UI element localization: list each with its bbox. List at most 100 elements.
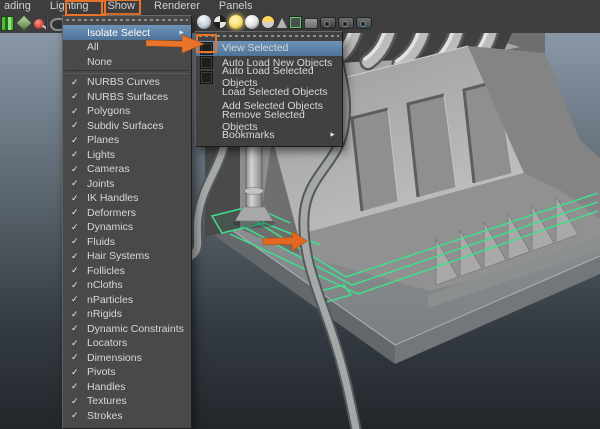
show-menu-item-hair-systems[interactable]: ✓ Hair Systems xyxy=(63,249,191,264)
show-menu-item-textures[interactable]: ✓ Textures xyxy=(63,394,191,409)
auto-load-new-objects-checkbox[interactable] xyxy=(200,56,213,70)
show-menu-item-polygons[interactable]: ✓ Polygons xyxy=(63,104,191,119)
menu-item-label: Joints xyxy=(87,177,115,190)
menu-item-label: Dynamics xyxy=(87,221,134,234)
film-camera-icon[interactable] xyxy=(320,17,336,29)
film-gate-icon[interactable] xyxy=(338,17,354,29)
menu-bar: ading Lighting Show Renderer Panels xyxy=(2,0,255,15)
submenu-item-label: Load Selected Objects xyxy=(222,85,328,98)
show-menu-item-fluids[interactable]: ✓ Fluids xyxy=(63,235,191,250)
check-icon: ✓ xyxy=(71,410,79,421)
display-layers-icon[interactable] xyxy=(1,15,14,31)
check-icon: ✓ xyxy=(71,337,79,348)
show-menu-item-planes[interactable]: ✓ Planes xyxy=(63,133,191,148)
menu-item-label: Strokes xyxy=(87,409,123,422)
isolate-submenu-item-bookmarks[interactable]: Bookmarks ► xyxy=(196,128,342,143)
annotation-box-show xyxy=(65,0,106,16)
check-icon: ✓ xyxy=(71,120,79,131)
annotation-arrow-menu xyxy=(146,34,205,54)
show-menu-item-joints[interactable]: ✓ Joints xyxy=(63,177,191,192)
show-menu-item-handles[interactable]: ✓ Handles xyxy=(63,380,191,395)
show-menu-item-nurbs-surfaces[interactable]: ✓ NURBS Surfaces xyxy=(63,90,191,105)
menu-item-label: Lights xyxy=(87,148,116,161)
show-menu-item-subdiv-surfaces[interactable]: ✓ Subdiv Surfaces xyxy=(63,119,191,134)
lit-sphere-icon[interactable] xyxy=(229,15,243,29)
isolate-submenu-item-view-selected[interactable]: View Selected xyxy=(196,41,342,56)
isolate-submenu-item-remove-selected-objects[interactable]: Remove Selected Objects xyxy=(196,109,342,133)
check-icon: ✓ xyxy=(71,308,79,319)
submenu-item-label: View Selected xyxy=(222,42,289,55)
show-menu-item-dimensions[interactable]: ✓ Dimensions xyxy=(63,351,191,366)
check-icon: ✓ xyxy=(71,149,79,160)
maya-panel: ading Lighting Show Renderer Panels Isolate … xyxy=(0,0,600,429)
menu-item-label: Deformers xyxy=(87,206,137,219)
menu-item-label: Cameras xyxy=(87,163,130,176)
show-menu-item-lights[interactable]: ✓ Lights xyxy=(63,148,191,163)
menubar-item-show[interactable]: Show xyxy=(101,0,141,15)
flat-sphere-icon[interactable] xyxy=(245,15,259,29)
auto-load-selected-objects-checkbox[interactable] xyxy=(200,70,213,84)
show-menu-item-dynamics[interactable]: ✓ Dynamics xyxy=(63,220,191,235)
check-icon: ✓ xyxy=(71,265,79,276)
menu-item-label: Textures xyxy=(87,395,127,408)
menu-item-label: IK Handles xyxy=(87,192,139,205)
check-icon: ✓ xyxy=(71,207,79,218)
show-menu-item-dynamic-constraints[interactable]: ✓ Dynamic Constraints xyxy=(63,322,191,337)
texture-frame-icon[interactable] xyxy=(289,16,302,29)
toolbar-left xyxy=(1,14,67,32)
show-menu-item-ik-handles[interactable]: ✓ IK Handles xyxy=(63,191,191,206)
check-icon: ✓ xyxy=(71,221,79,232)
check-icon: ✓ xyxy=(71,134,79,145)
show-menu-item-none[interactable]: None xyxy=(63,55,191,70)
menu-item-label: NURBS Curves xyxy=(87,76,160,89)
check-icon: ✓ xyxy=(71,279,79,290)
check-icon: ✓ xyxy=(71,91,79,102)
show-menu-item-nrigids[interactable]: ✓ nRigids xyxy=(63,307,191,322)
isolate-select-submenu: View Selected Auto Load New Objects Auto L… xyxy=(195,31,343,147)
shaded-sphere-icon[interactable] xyxy=(197,15,211,29)
xray-chip-icon[interactable] xyxy=(304,17,318,29)
isolate-submenu-item-auto-load-selected-objects[interactable]: Auto Load Selected Objects xyxy=(196,65,342,89)
menu-item-label: Dynamic Constraints xyxy=(87,322,184,335)
grid-plane-icon[interactable] xyxy=(15,14,33,32)
show-menu-item-strokes[interactable]: ✓ Strokes xyxy=(63,409,191,424)
show-menu-item-nurbs-curves[interactable]: ✓ NURBS Curves xyxy=(63,75,191,90)
check-icon: ✓ xyxy=(71,366,79,377)
default-light-icon[interactable] xyxy=(277,18,287,28)
show-menu-item-deformers[interactable]: ✓ Deformers xyxy=(63,206,191,221)
menubar-item-shading-clipped[interactable]: ading xyxy=(2,0,33,13)
check-icon: ✓ xyxy=(71,352,79,363)
menubar-item-renderer[interactable]: Renderer xyxy=(152,0,202,13)
menu-item-label: Fluids xyxy=(87,235,116,248)
menu-item-label: Subdiv Surfaces xyxy=(87,119,164,132)
check-icon: ✓ xyxy=(71,250,79,261)
textured-sphere-icon[interactable] xyxy=(213,15,227,29)
show-menu-item-locators[interactable]: ✓ Locators xyxy=(63,336,191,351)
check-icon: ✓ xyxy=(71,192,79,203)
show-menu-item-pivots[interactable]: ✓ Pivots xyxy=(63,365,191,380)
menu-item-label: NURBS Surfaces xyxy=(87,90,169,103)
menubar-item-panels[interactable]: Panels xyxy=(217,0,255,13)
material-sphere-icon[interactable] xyxy=(261,15,275,29)
menu-item-label: Dimensions xyxy=(87,351,142,364)
menu-item-label: Polygons xyxy=(87,105,131,118)
separator xyxy=(46,16,48,30)
submenu-arrow-icon: ► xyxy=(329,131,336,139)
tearoff-handle[interactable] xyxy=(66,19,188,21)
menu-item-label: Locators xyxy=(87,337,128,350)
check-icon: ✓ xyxy=(71,163,79,174)
resolution-gate-icon[interactable] xyxy=(356,17,372,29)
check-icon: ✓ xyxy=(71,236,79,247)
menu-item-label: Isolate Select xyxy=(87,26,151,39)
show-menu-item-cameras[interactable]: ✓ Cameras xyxy=(63,162,191,177)
isolate-submenu-item-load-selected-objects[interactable]: Load Selected Objects xyxy=(196,85,342,100)
menu-item-label: Hair Systems xyxy=(87,250,150,263)
check-icon: ✓ xyxy=(71,395,79,406)
snap-pin-icon[interactable] xyxy=(34,18,44,29)
show-menu-item-nparticles[interactable]: ✓ nParticles xyxy=(63,293,191,308)
show-menu-item-follicles[interactable]: ✓ Follicles xyxy=(63,264,191,279)
tearoff-handle[interactable] xyxy=(199,35,339,37)
menu-separator xyxy=(65,70,189,74)
show-menu-item-ncloths[interactable]: ✓ nCloths xyxy=(63,278,191,293)
menu-item-label: None xyxy=(87,55,113,68)
